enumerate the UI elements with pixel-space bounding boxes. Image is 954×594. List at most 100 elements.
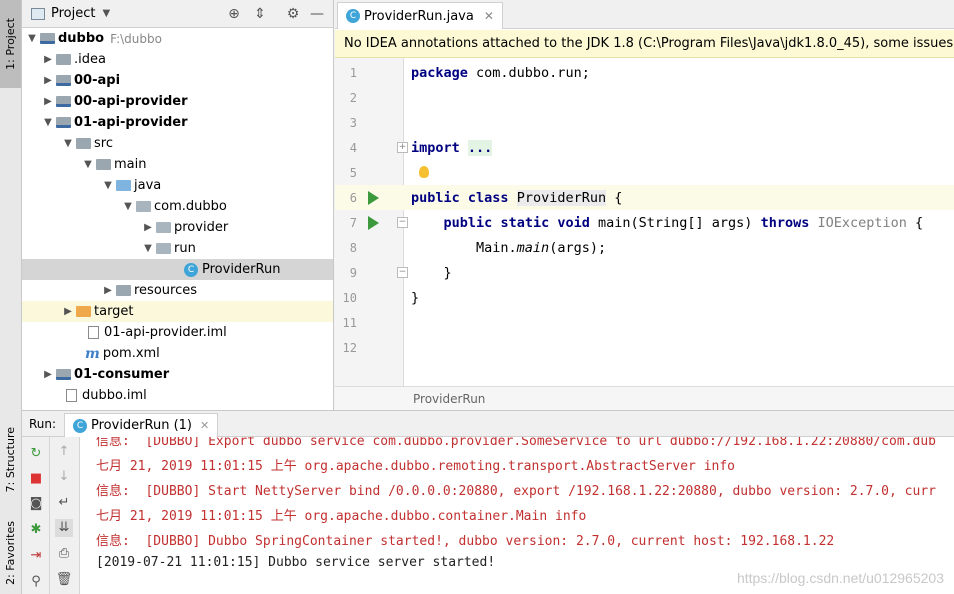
soft-wrap-icon[interactable]: ↵ xyxy=(55,494,73,512)
package-icon xyxy=(156,243,171,254)
code-line: 12 xyxy=(335,335,954,360)
hide-panel-icon[interactable]: — xyxy=(308,5,326,23)
arrow-down-icon[interactable]: ↓ xyxy=(55,468,73,486)
chevron-down-icon[interactable]: ▼ xyxy=(102,8,110,19)
chevron-right-icon[interactable]: ▶ xyxy=(100,285,116,296)
editor-tab-providerrun[interactable]: C ProviderRun.java ✕ xyxy=(337,2,503,29)
tree-item-java[interactable]: ▼ java xyxy=(22,175,333,196)
line-number: 3 xyxy=(349,115,357,130)
fold-expand-icon[interactable]: + xyxy=(397,142,408,153)
project-panel-title[interactable]: Project xyxy=(51,6,95,21)
close-icon[interactable]: ✕ xyxy=(200,419,209,432)
chevron-right-icon[interactable]: ▶ xyxy=(140,222,156,233)
line-number: 5 xyxy=(349,165,357,180)
project-tool-tab[interactable]: 1: Project xyxy=(0,0,21,88)
tree-item-src[interactable]: ▼ src xyxy=(22,133,333,154)
tree-item-label: resources xyxy=(134,283,198,298)
chevron-down-icon[interactable]: ▼ xyxy=(40,117,56,128)
close-icon[interactable]: ✕ xyxy=(484,9,494,23)
structure-tool-tab-label: 7: Structure xyxy=(4,427,17,493)
scroll-to-end-icon[interactable]: ⇊ xyxy=(55,519,73,537)
collapse-all-icon[interactable]: ⇕ xyxy=(251,5,269,23)
tree-item-idea[interactable]: ▶ .idea xyxy=(22,49,333,70)
fold-collapse-icon[interactable]: − xyxy=(397,217,408,228)
tree-item-label: provider xyxy=(174,220,229,235)
module-folder-icon xyxy=(56,117,71,128)
chevron-right-icon[interactable]: ▶ xyxy=(60,306,76,317)
chevron-right-icon[interactable]: ▶ xyxy=(40,75,56,86)
code-line-current: 6 public class ProviderRun { xyxy=(335,185,954,210)
tool-window-strip: 1: Project 7: Structure 2: Favorites xyxy=(0,0,22,594)
line-number: 8 xyxy=(349,240,357,255)
run-tab-label: ProviderRun (1) xyxy=(91,418,192,433)
chevron-down-icon[interactable]: ▼ xyxy=(120,201,136,212)
module-folder-icon xyxy=(56,75,71,86)
run-toolbar-secondary: ↑ ↓ ↵ ⇊ ⎙ 🗑 xyxy=(50,437,80,594)
tree-item-pom[interactable]: m pom.xml xyxy=(22,343,333,364)
tree-item-com-dubbo[interactable]: ▼ com.dubbo xyxy=(22,196,333,217)
chevron-right-icon[interactable]: ▶ xyxy=(40,54,56,65)
console-line: 七月 21, 2019 11:01:15 上午 org.apache.dubbo… xyxy=(96,509,587,524)
breadcrumb[interactable]: ProviderRun xyxy=(335,386,954,410)
code-line: 4 + import ... xyxy=(335,135,954,160)
run-gutter-icon[interactable] xyxy=(368,215,379,230)
project-panel: Project ▼ ⊕ ⇕ ⚙ — ▼ dubbo F:\dubbo ▶ .id… xyxy=(22,0,334,410)
locate-icon[interactable]: ⊕ xyxy=(225,5,243,23)
arrow-up-icon[interactable]: ↑ xyxy=(55,443,73,461)
trash-icon[interactable]: 🗑 xyxy=(55,571,73,589)
code-line: 8 Main.main(args); xyxy=(335,235,954,260)
tree-item-00-api[interactable]: ▶ 00-api xyxy=(22,70,333,91)
print-icon[interactable]: ⎙ xyxy=(55,545,73,563)
source-folder-icon xyxy=(116,180,131,191)
chevron-down-icon[interactable]: ▼ xyxy=(140,243,156,254)
console-line: 信息: [DUBBO] Start NettyServer bind /0.0.… xyxy=(96,484,936,499)
rerun-icon[interactable]: ↻ xyxy=(27,445,45,463)
line-number: 11 xyxy=(342,315,357,330)
chevron-down-icon[interactable]: ▼ xyxy=(100,180,116,191)
tree-item-01-api-provider[interactable]: ▼ 01-api-provider xyxy=(22,112,333,133)
line-number: 9 xyxy=(349,265,357,280)
chevron-down-icon[interactable]: ▼ xyxy=(60,138,76,149)
exit-icon[interactable]: ⇥ xyxy=(27,547,45,565)
banner-text: No IDEA annotations attached to the JDK … xyxy=(344,36,954,51)
line-number: 1 xyxy=(349,65,357,80)
run-console[interactable]: 信息: [DUBBO] Export dubbo service com.dub… xyxy=(80,437,954,594)
gear-icon[interactable]: ⚙ xyxy=(284,5,302,23)
tree-item-resources[interactable]: ▶ resources xyxy=(22,280,333,301)
line-number: 6 xyxy=(349,190,357,205)
tree-item-provider[interactable]: ▶ provider xyxy=(22,217,333,238)
lightbulb-icon[interactable] xyxy=(419,166,429,178)
folded-imports[interactable]: ... xyxy=(467,139,493,156)
chevron-right-icon[interactable]: ▶ xyxy=(40,96,56,107)
stop-icon[interactable]: ■ xyxy=(27,470,45,488)
camera-icon[interactable]: ◙ xyxy=(27,495,45,513)
tree-item-01-consumer[interactable]: ▶ 01-consumer xyxy=(22,364,333,385)
chevron-down-icon[interactable]: ▼ xyxy=(80,159,96,170)
run-tab-providerrun[interactable]: C ProviderRun (1) ✕ xyxy=(64,413,219,437)
tree-item-dubbo-iml[interactable]: dubbo.iml xyxy=(22,385,333,406)
tree-item-iml[interactable]: 01-api-provider.iml xyxy=(22,322,333,343)
breadcrumb-item[interactable]: ProviderRun xyxy=(413,392,485,406)
debug-icon[interactable]: ✱ xyxy=(27,521,45,539)
tree-item-main[interactable]: ▼ main xyxy=(22,154,333,175)
fold-end-icon[interactable]: − xyxy=(397,267,408,278)
project-tool-tab-label: 1: Project xyxy=(4,18,17,70)
tree-item-target[interactable]: ▶ target xyxy=(22,301,333,322)
tree-item-run[interactable]: ▼ run xyxy=(22,238,333,259)
watermark: https://blog.csdn.net/u012965203 xyxy=(736,570,944,586)
tree-item-providerrun[interactable]: C ProviderRun xyxy=(22,259,333,280)
chevron-right-icon[interactable]: ▶ xyxy=(40,369,56,380)
tree-item-00-api-provider[interactable]: ▶ 00-api-provider xyxy=(22,91,333,112)
project-panel-header: Project ▼ ⊕ ⇕ ⚙ — xyxy=(22,0,333,28)
jdk-annotations-banner: No IDEA annotations attached to the JDK … xyxy=(335,30,954,58)
run-gutter-icon[interactable] xyxy=(368,190,379,205)
tree-item-label: run xyxy=(174,241,196,256)
favorites-tool-tab[interactable]: 2: Favorites xyxy=(0,512,21,594)
chevron-down-icon[interactable]: ▼ xyxy=(24,33,40,44)
module-folder-icon xyxy=(56,96,71,107)
resources-folder-icon xyxy=(116,285,131,296)
tree-item-dubbo[interactable]: ▼ dubbo F:\dubbo xyxy=(22,28,333,49)
structure-tool-tab[interactable]: 7: Structure xyxy=(0,420,21,500)
pin-icon[interactable]: ⚲ xyxy=(27,573,45,591)
console-line: 七月 21, 2019 11:01:15 上午 org.apache.dubbo… xyxy=(96,459,735,474)
